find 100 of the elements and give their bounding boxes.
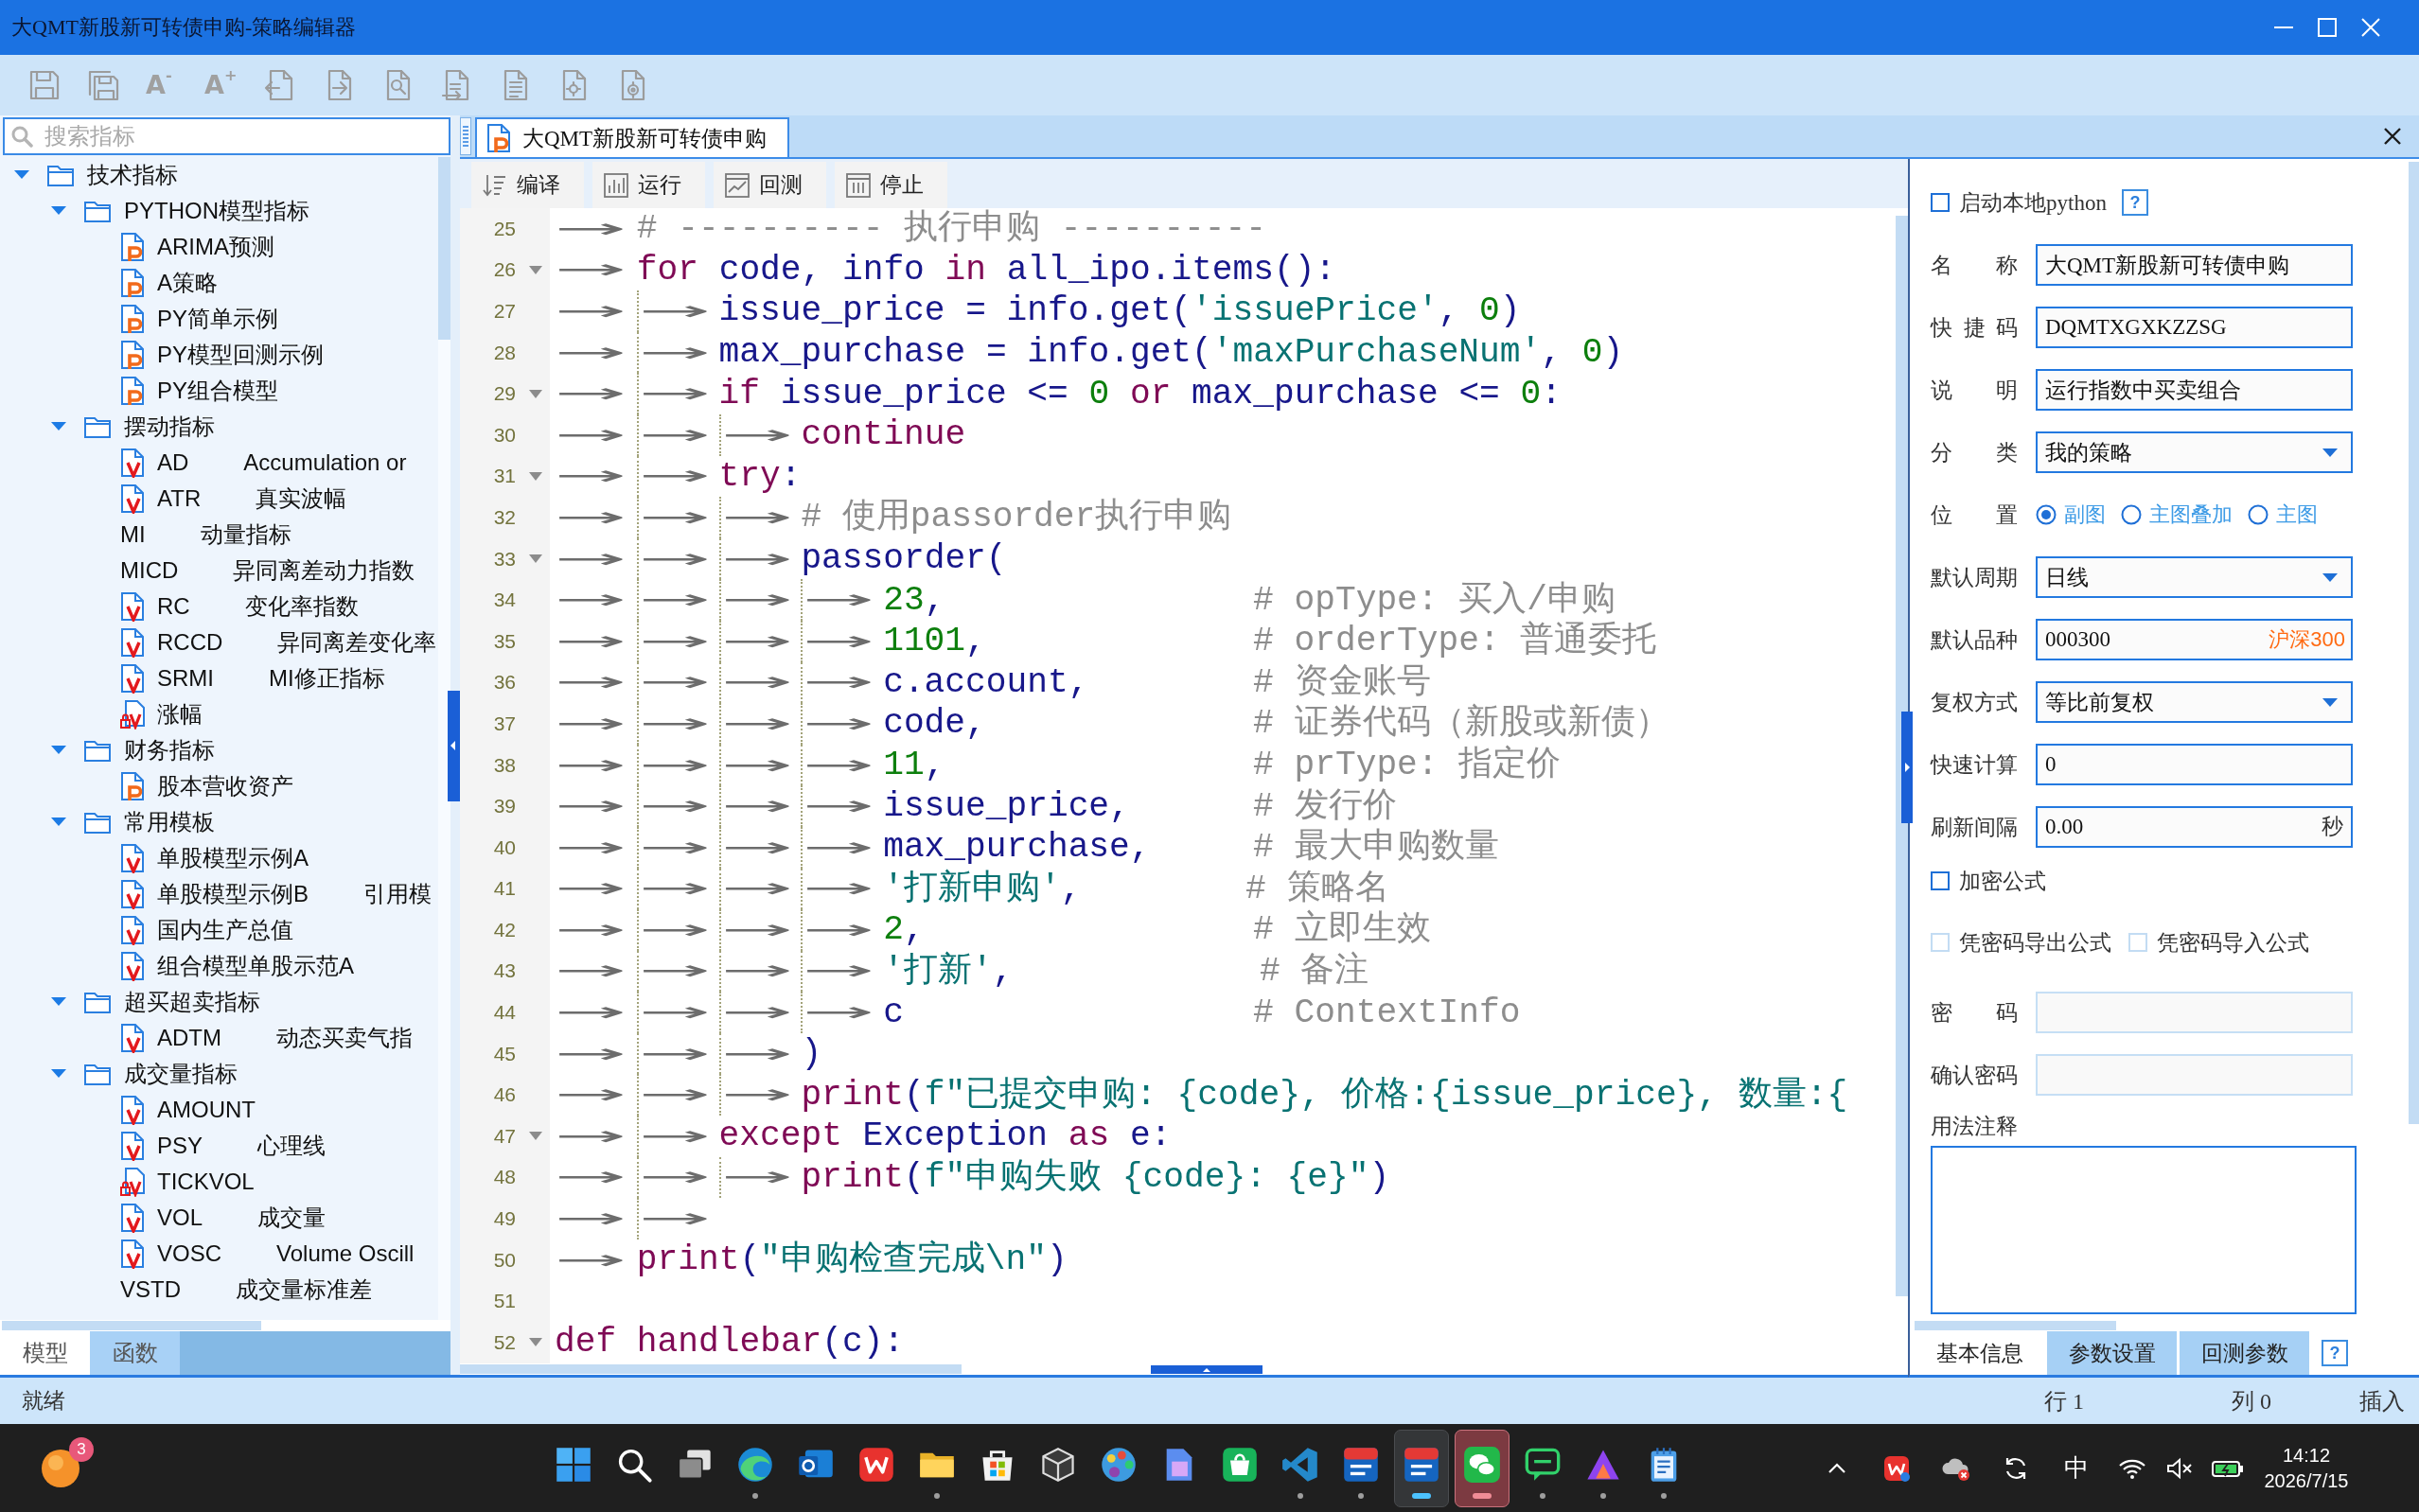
- line-number: 28: [493, 341, 516, 364]
- tree-item[interactable]: MI: [120, 521, 146, 548]
- checkbox-option[interactable]: 启动本地python: [1931, 187, 2107, 218]
- tree-item[interactable]: AD: [157, 449, 189, 476]
- tree-item[interactable]: 单股模型示例B: [157, 879, 309, 909]
- checkbox-icon[interactable]: [1931, 871, 1950, 890]
- shopping-bag-icon[interactable]: [1221, 1445, 1259, 1484]
- help-button[interactable]: ?: [2121, 189, 2148, 216]
- taskbar-button[interactable]: [1455, 1429, 1510, 1507]
- chart-app-icon[interactable]: [1403, 1445, 1440, 1484]
- fold-arrow-icon[interactable]: [529, 265, 542, 274]
- tree-item[interactable]: RC: [157, 593, 190, 620]
- tree-item[interactable]: PYTHON模型指标: [124, 196, 309, 226]
- fold-arrow-icon[interactable]: [529, 554, 542, 564]
- tree-item[interactable]: 单股模型示例A: [157, 843, 309, 873]
- formula-file-icon: [120, 483, 145, 514]
- dropdown[interactable]: 日线: [2036, 556, 2353, 598]
- tree-item[interactable]: PY简单示例: [157, 304, 278, 334]
- tree-item[interactable]: AMOUNT: [157, 1097, 256, 1123]
- tree-item[interactable]: 超买超卖指标: [124, 987, 260, 1017]
- stop-button[interactable]: 停止: [835, 162, 947, 208]
- tab[interactable]: 回测参数: [2180, 1331, 2309, 1375]
- scrollbar-thumb[interactable]: [2, 1321, 261, 1330]
- tree-item[interactable]: VOL: [157, 1204, 203, 1231]
- text-field[interactable]: 大QMT新股新可转债申购: [2036, 244, 2353, 286]
- tree-item[interactable]: 摆动指标: [124, 412, 215, 442]
- text-area[interactable]: [1931, 1146, 2357, 1314]
- scrollbar-thumb[interactable]: [1915, 1321, 2116, 1330]
- checkbox-option[interactable]: 加密公式: [1931, 866, 2046, 896]
- checkbox-icon[interactable]: [1931, 193, 1950, 212]
- tree-item[interactable]: 技术指标: [87, 160, 178, 190]
- backtest-button[interactable]: 回测: [714, 162, 826, 208]
- resize-handle-icon[interactable]: [1151, 1364, 1262, 1374]
- run-button[interactable]: 运行: [592, 162, 705, 208]
- radio-icon[interactable]: [2248, 504, 2269, 525]
- maximize-icon[interactable]: [2317, 17, 2338, 38]
- office-icon[interactable]: [1881, 1453, 1911, 1483]
- dropdown[interactable]: 我的策略: [2036, 431, 2353, 473]
- tab[interactable]: 模型: [0, 1331, 90, 1375]
- tree-item[interactable]: PSY: [157, 1133, 203, 1159]
- scrollbar-thumb[interactable]: [438, 157, 450, 340]
- start-icon[interactable]: [555, 1445, 592, 1484]
- search-field[interactable]: 搜索指标: [3, 117, 450, 155]
- line-number: 52: [493, 1330, 516, 1354]
- line-number: 49: [493, 1207, 516, 1231]
- fold-arrow-icon[interactable]: [529, 1132, 542, 1141]
- help-button[interactable]: ?: [2322, 1340, 2348, 1366]
- list-icon[interactable]: [460, 117, 471, 155]
- line-number: 44: [493, 1001, 516, 1025]
- clock-date[interactable]: 2026/7/15: [2264, 1468, 2349, 1494]
- scrollbar-thumb[interactable]: [460, 1364, 962, 1374]
- tab[interactable]: 参数设置: [2047, 1331, 2177, 1375]
- chat-icon[interactable]: [1463, 1445, 1501, 1484]
- tree-item[interactable]: 常用模板: [124, 807, 215, 837]
- clock-time[interactable]: 14:12: [2282, 1442, 2331, 1468]
- radio-icon[interactable]: [2121, 504, 2142, 525]
- fold-arrow-icon[interactable]: [529, 1338, 542, 1347]
- tree-item[interactable]: 国内生产总值: [157, 915, 293, 945]
- radio-icon[interactable]: [2036, 504, 2057, 525]
- text-field[interactable]: 0: [2036, 744, 2353, 785]
- tree-item[interactable]: RCCD: [157, 629, 223, 656]
- text-field[interactable]: 运行指数中买卖组合: [2036, 369, 2353, 411]
- tree-item[interactable]: PY模型回测示例: [157, 340, 324, 370]
- formula-file-icon: [120, 1023, 145, 1053]
- tree-item[interactable]: VSTD: [120, 1276, 181, 1303]
- compile-button[interactable]: 编译: [471, 162, 584, 208]
- caret-icon: [2322, 448, 2338, 457]
- tab[interactable]: 函数: [90, 1331, 180, 1375]
- dropdown[interactable]: 等比前复权: [2036, 681, 2353, 723]
- palette-icon[interactable]: [1100, 1445, 1138, 1484]
- editor-tab[interactable]: 大QMT新股新可转债申购: [475, 117, 790, 157]
- fold-arrow-icon[interactable]: [529, 471, 542, 481]
- taskbar-button[interactable]: [1394, 1429, 1449, 1507]
- tree-item[interactable]: SRMI: [157, 665, 214, 692]
- tree-item[interactable]: 涨幅: [157, 699, 203, 730]
- tree-item[interactable]: PY组合模型: [157, 376, 278, 406]
- tree-item[interactable]: VOSC: [157, 1240, 221, 1267]
- tree-item[interactable]: ARIMA预测: [157, 232, 274, 262]
- close-icon[interactable]: [2383, 127, 2402, 146]
- code-editor-icon[interactable]: [1281, 1445, 1319, 1484]
- tree-item[interactable]: ADTM: [157, 1025, 221, 1051]
- fold-arrow-icon[interactable]: [529, 389, 542, 398]
- tree-item[interactable]: TICKVOL: [157, 1169, 255, 1195]
- browser-icon[interactable]: [736, 1445, 774, 1484]
- tree-item[interactable]: 股本营收资产: [157, 771, 293, 801]
- tree-item[interactable]: 财务指标: [124, 735, 215, 765]
- tab-markers: → →: [555, 373, 719, 414]
- muted-speaker-icon[interactable]: [2165, 1456, 2194, 1480]
- cube-icon[interactable]: [1039, 1445, 1077, 1484]
- scrollbar-thumb[interactable]: [1896, 216, 1908, 1296]
- tree-item[interactable]: A策略: [157, 268, 218, 298]
- text-field[interactable]: DQMTXGXKZZSG: [2036, 307, 2353, 348]
- scrollbar-thumb[interactable]: [2409, 162, 2419, 1124]
- tree-item[interactable]: 成交量指标: [124, 1059, 238, 1089]
- tree-item[interactable]: ATR: [157, 485, 202, 512]
- office-icon[interactable]: [857, 1445, 895, 1484]
- input-method-indicator[interactable]: 中: [2063, 1451, 2089, 1485]
- tree-item[interactable]: 组合模型单股示范A: [157, 951, 354, 981]
- tree-item[interactable]: MICD: [120, 557, 179, 584]
- chart-app-icon[interactable]: [1342, 1445, 1380, 1484]
